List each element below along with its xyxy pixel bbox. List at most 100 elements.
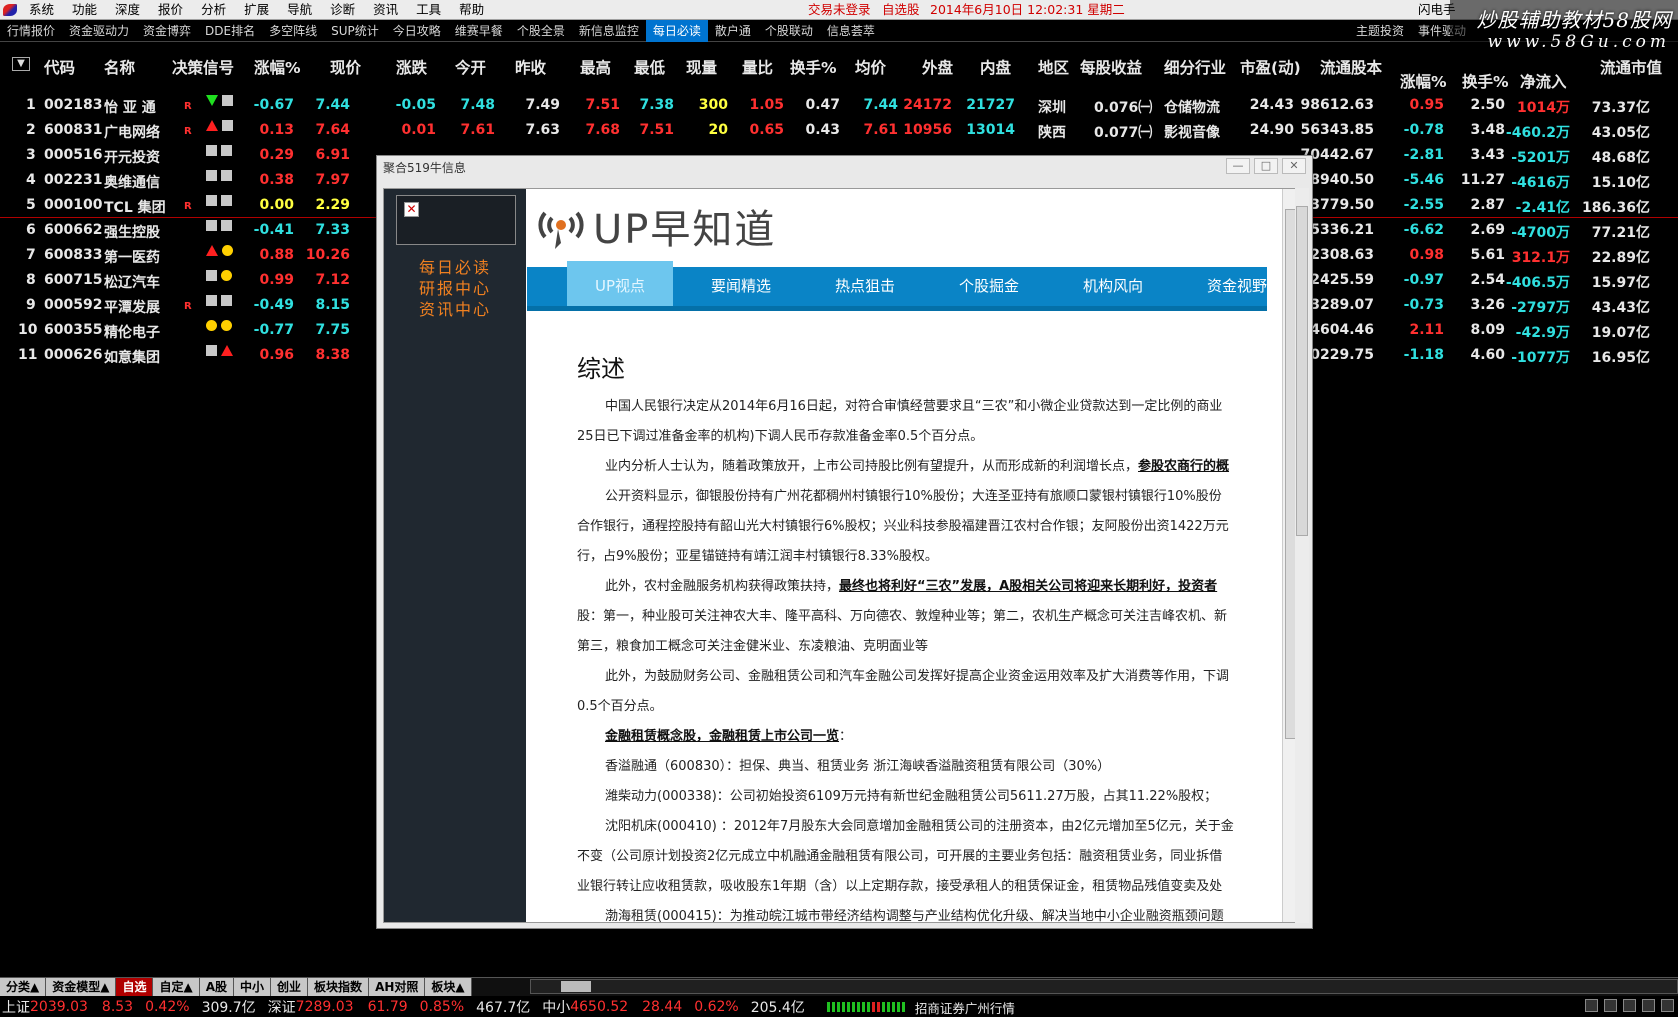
- column-header[interactable]: 涨幅%: [1400, 70, 1447, 92]
- toolbar-item[interactable]: 每日必读: [645, 19, 708, 42]
- column-header[interactable]: 换手%: [790, 56, 837, 78]
- column-header[interactable]: 流通市值: [1600, 56, 1662, 78]
- column-header[interactable]: 量比: [742, 56, 773, 78]
- dialog-scrollbar[interactable]: [1295, 188, 1309, 923]
- menu-item[interactable]: 分析: [192, 0, 235, 20]
- column-header[interactable]: 现量: [686, 56, 717, 78]
- column-header[interactable]: 每股收益: [1080, 56, 1142, 78]
- minimize-icon[interactable]: —: [1226, 158, 1250, 174]
- hscroll-thumb[interactable]: [561, 981, 591, 992]
- toolbar-item-right[interactable]: 主题投资: [1349, 20, 1411, 42]
- category-tab[interactable]: 板块▲: [425, 978, 472, 996]
- paragraph-text: 沈阳机床(000410) ：2012年7月股东大会同意增加金融租赁公司的注册资本…: [605, 819, 1234, 834]
- margin-flag: R: [184, 101, 192, 112]
- menu-item[interactable]: 导航: [278, 0, 321, 20]
- tab-fund-view[interactable]: 资金视野: [1207, 267, 1267, 306]
- toolbar-item[interactable]: 新信息监控: [572, 20, 646, 42]
- sidebar-link-news[interactable]: 资讯中心: [384, 296, 526, 320]
- watchlist-status[interactable]: 自选股: [882, 0, 920, 20]
- column-header[interactable]: 外盘: [922, 56, 953, 78]
- table-row[interactable]: 1 R 002183 怡 亚 通 -0.67 7.44 -0.05 7.48 7.49 7.51 7…: [0, 93, 1678, 118]
- category-tab[interactable]: 板块指数: [308, 978, 370, 996]
- menu-item[interactable]: 扩展: [235, 0, 278, 20]
- tab-news-picks[interactable]: 要闻精选: [711, 267, 771, 306]
- tab-up-viewpoint[interactable]: UP视点: [567, 261, 674, 306]
- column-header[interactable]: 市盈(动): [1240, 56, 1301, 78]
- menu-item[interactable]: 深度: [106, 0, 149, 20]
- cell-pct: -0.41: [253, 222, 294, 238]
- highlight-link[interactable]: 参股农商行的概: [1138, 459, 1229, 474]
- article-paragraph: 合作银行，通程控股持有韶山光大村镇银行6%股权；兴业科技参股福建晋江农村合作银；…: [577, 512, 1267, 542]
- category-tab[interactable]: 自选: [116, 978, 154, 996]
- menu-item[interactable]: 帮助: [450, 0, 493, 20]
- menu-item[interactable]: 资讯: [364, 0, 407, 20]
- trade-status[interactable]: 交易未登录: [808, 0, 871, 20]
- tab-stock-picks[interactable]: 个股掘金: [959, 267, 1019, 306]
- menu-item[interactable]: 功能: [63, 0, 106, 20]
- toolbar-item[interactable]: 资金博弈: [136, 20, 198, 42]
- tray-signal-icon[interactable]: [1642, 999, 1655, 1012]
- column-header[interactable]: 净流入: [1520, 70, 1567, 92]
- column-header[interactable]: 代码: [44, 56, 75, 78]
- menu-item[interactable]: 系统: [20, 0, 63, 20]
- tab-institution[interactable]: 机构风向: [1083, 267, 1143, 306]
- column-header[interactable]: 涨幅%: [254, 56, 301, 78]
- column-header[interactable]: 细分行业: [1164, 56, 1226, 78]
- menu-item[interactable]: 报价: [149, 0, 192, 20]
- category-tab[interactable]: 自定▲: [153, 978, 200, 996]
- toolbar-item[interactable]: SUP统计: [324, 20, 386, 42]
- category-tab[interactable]: 中小: [234, 978, 272, 996]
- highlight-link[interactable]: 金融租赁概念股，金融租赁上市公司一览: [605, 729, 839, 744]
- toolbar-item[interactable]: 个股全景: [510, 20, 572, 42]
- column-header[interactable]: 最低: [634, 56, 665, 78]
- table-row[interactable]: 2 R 600831 广电网络 0.13 7.64 0.01 7.61 7.63 7.68 7.51…: [0, 118, 1678, 143]
- toolbar-item[interactable]: 行情报价: [0, 20, 62, 42]
- tab-hot-topics[interactable]: 热点狙击: [835, 267, 895, 306]
- toolbar-item[interactable]: 散户通: [708, 20, 758, 42]
- column-dropdown-icon[interactable]: ▼: [12, 57, 30, 71]
- column-header[interactable]: 最高: [580, 56, 611, 78]
- toolbar-item[interactable]: 今日攻略: [386, 20, 448, 42]
- tray-window-icon[interactable]: [1585, 999, 1598, 1012]
- column-header[interactable]: 现价: [330, 56, 361, 78]
- horizontal-scrollbar[interactable]: [530, 979, 1678, 994]
- highlight-link[interactable]: 最终也将利好“三农”发展，A股相关公司将迎来长期利好，投资者: [839, 579, 1217, 594]
- category-tab[interactable]: AH对照: [369, 978, 426, 996]
- menu-item[interactable]: 诊断: [321, 0, 364, 20]
- column-header[interactable]: 地区: [1038, 56, 1069, 78]
- column-header[interactable]: 名称: [104, 56, 135, 78]
- column-header[interactable]: 换手%: [1462, 70, 1509, 92]
- cell-price: 7.97: [315, 172, 350, 188]
- toolbar-item[interactable]: DDE排名: [198, 20, 262, 42]
- broker-name: 招商证券广州行情: [914, 1000, 1015, 1016]
- tray-settings-icon[interactable]: [1661, 999, 1674, 1012]
- toolbar-item[interactable]: 信息荟萃: [820, 20, 882, 42]
- toolbar-item[interactable]: 维赛早餐: [448, 20, 510, 42]
- column-header[interactable]: 流通股本: [1320, 56, 1382, 78]
- column-header[interactable]: 涨跌: [396, 56, 427, 78]
- cell-vr: 1.05: [749, 97, 784, 113]
- cell-mcap: 186.36亿: [1581, 200, 1650, 216]
- tray-info-icon[interactable]: [1623, 999, 1636, 1012]
- tray-mail-icon[interactable]: [1604, 999, 1617, 1012]
- category-tab[interactable]: A股: [199, 978, 235, 996]
- column-header[interactable]: 均价: [855, 56, 886, 78]
- category-tab[interactable]: 资金模型▲: [46, 978, 117, 996]
- cell-turn2: 3.48: [1470, 122, 1505, 138]
- cell-avg: 7.61: [863, 122, 898, 138]
- column-header[interactable]: 昨收: [515, 56, 546, 78]
- broken-image-icon: ✕: [404, 202, 419, 217]
- close-icon[interactable]: ✕: [1282, 158, 1306, 174]
- menu-item[interactable]: 工具: [407, 0, 450, 20]
- column-header[interactable]: 内盘: [980, 56, 1011, 78]
- toolbar-item[interactable]: 资金驱动力: [62, 20, 136, 42]
- dialog-scroll-thumb[interactable]: [1296, 206, 1308, 536]
- category-tab[interactable]: 创业: [271, 978, 309, 996]
- column-header[interactable]: 决策信号: [172, 56, 234, 78]
- category-tab[interactable]: 分类▲: [0, 978, 47, 996]
- cell-turn2: 4.60: [1470, 347, 1505, 363]
- toolbar-item[interactable]: 个股联动: [758, 20, 820, 42]
- toolbar-item[interactable]: 多空阵线: [262, 20, 324, 42]
- column-header[interactable]: 今开: [455, 56, 486, 78]
- maximize-icon[interactable]: □: [1254, 158, 1278, 174]
